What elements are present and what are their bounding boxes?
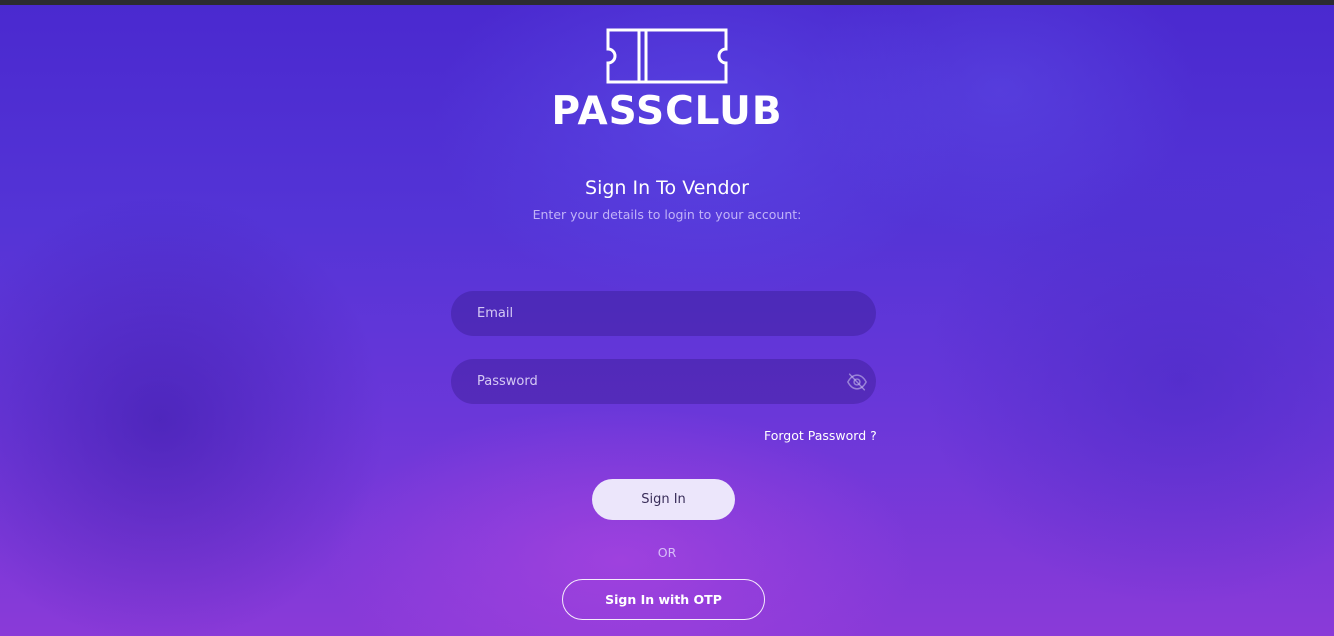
forgot-password-link[interactable]: Forgot Password ? [764, 428, 877, 444]
page-title: Sign In To Vendor [585, 177, 749, 199]
page-subtitle: Enter your details to login to your acco… [532, 207, 802, 222]
sign-in-button[interactable]: Sign In [592, 479, 735, 520]
sign-in-otp-button[interactable]: Sign In with OTP [562, 579, 765, 620]
ticket-icon [606, 28, 728, 84]
email-field-container [451, 291, 876, 336]
eye-slash-icon[interactable] [846, 371, 868, 393]
password-input[interactable] [451, 359, 876, 404]
email-input[interactable] [451, 291, 876, 336]
brand-logo: PASSCLUB [0, 28, 1334, 134]
password-field-container [451, 359, 876, 404]
top-window-strip [0, 0, 1334, 5]
or-divider: OR [657, 545, 677, 560]
brand-name: PASSCLUB [551, 89, 783, 134]
